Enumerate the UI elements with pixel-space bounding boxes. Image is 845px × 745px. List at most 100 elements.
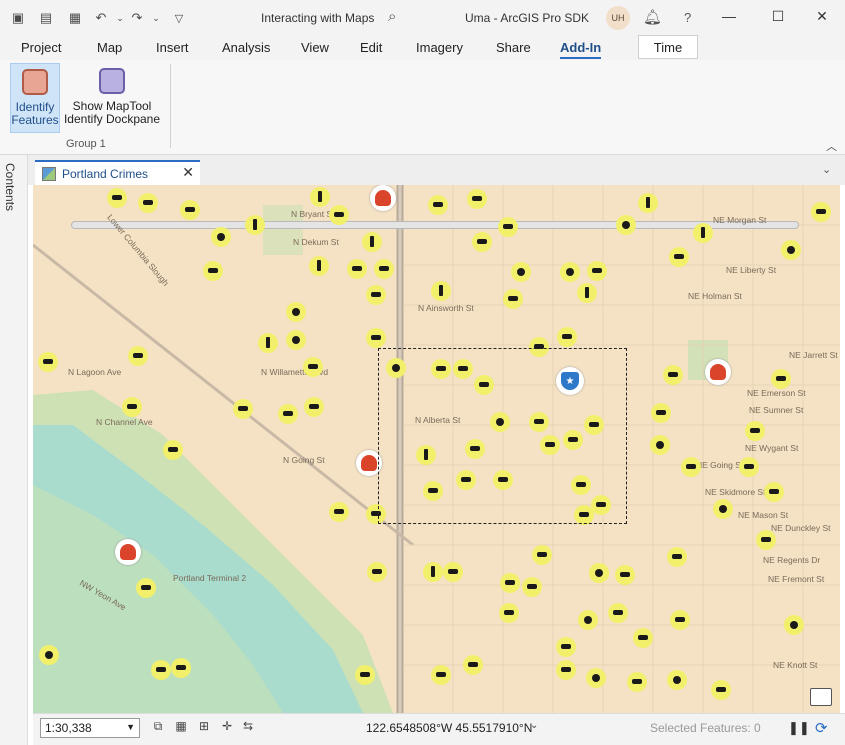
crime-symbol[interactable] — [431, 665, 451, 685]
crime-symbol[interactable] — [304, 397, 324, 417]
close-button[interactable]: ✕ — [812, 8, 832, 25]
crime-symbol[interactable] — [499, 603, 519, 623]
crime-symbol[interactable] — [500, 573, 520, 593]
navigator-icon[interactable] — [810, 688, 832, 706]
crime-symbol[interactable] — [423, 562, 443, 582]
rotation-icon[interactable]: ⇆ — [240, 719, 256, 735]
tab-edit[interactable]: Edit — [360, 40, 382, 55]
crime-symbol[interactable] — [651, 403, 671, 423]
crime-symbol[interactable] — [781, 240, 801, 260]
crime-symbol[interactable] — [310, 187, 330, 207]
crime-symbol[interactable] — [472, 232, 492, 252]
save-project-icon[interactable]: ▦ — [66, 9, 84, 27]
crime-symbol[interactable] — [556, 660, 576, 680]
crime-symbol[interactable] — [587, 261, 607, 281]
crime-symbol[interactable] — [171, 658, 191, 678]
crime-symbol[interactable] — [203, 261, 223, 281]
crime-symbol[interactable] — [650, 435, 670, 455]
selected-features-count[interactable]: Selected Features: 0 — [650, 721, 761, 735]
crime-symbol[interactable] — [556, 637, 576, 657]
fire-marker[interactable] — [370, 185, 396, 211]
crime-symbol[interactable] — [633, 628, 653, 648]
crime-symbol[interactable] — [233, 399, 253, 419]
crime-symbol[interactable] — [431, 281, 451, 301]
crime-symbol[interactable] — [578, 610, 598, 630]
crime-symbol[interactable] — [670, 610, 690, 630]
crime-symbol[interactable] — [771, 369, 791, 389]
crime-symbol[interactable] — [278, 404, 298, 424]
tab-view[interactable]: View — [301, 40, 329, 55]
crime-symbol[interactable] — [258, 333, 278, 353]
grid-icon[interactable]: ▦ — [173, 719, 189, 735]
crime-symbol[interactable] — [151, 660, 171, 680]
crime-symbol[interactable] — [329, 502, 349, 522]
crime-symbol[interactable] — [367, 562, 387, 582]
crime-symbol[interactable] — [811, 202, 831, 222]
tab-map[interactable]: Map — [97, 40, 122, 55]
refresh-icon[interactable]: ⟳ — [815, 719, 828, 737]
snapping-icon[interactable]: ⊞ — [196, 719, 212, 735]
tab-insert[interactable]: Insert — [156, 40, 189, 55]
crime-symbol[interactable] — [532, 545, 552, 565]
crime-symbol[interactable] — [180, 200, 200, 220]
crime-symbol[interactable] — [122, 397, 142, 417]
crime-symbol[interactable] — [589, 563, 609, 583]
tab-menu-chevron-icon[interactable]: ⌄ — [822, 163, 831, 176]
crime-symbol[interactable] — [663, 365, 683, 385]
command-search-label[interactable]: Interacting with Maps — [261, 11, 374, 25]
crime-symbol[interactable] — [374, 259, 394, 279]
map-tab[interactable]: Portland Crimes ✕ — [35, 160, 200, 185]
crime-symbol[interactable] — [739, 457, 759, 477]
crime-symbol[interactable] — [347, 259, 367, 279]
crime-symbol[interactable] — [138, 193, 158, 213]
crime-symbol[interactable] — [557, 327, 577, 347]
crime-symbol[interactable] — [362, 232, 382, 252]
crime-symbol[interactable] — [39, 645, 59, 665]
crime-symbol[interactable] — [669, 247, 689, 267]
crime-symbol[interactable] — [522, 577, 542, 597]
crime-symbol[interactable] — [366, 285, 386, 305]
crime-symbol[interactable] — [756, 530, 776, 550]
crime-symbol[interactable] — [627, 672, 647, 692]
crime-symbol[interactable] — [443, 562, 463, 582]
crime-symbol[interactable] — [615, 565, 635, 585]
crime-symbol[interactable] — [329, 205, 349, 225]
chevron-down-icon[interactable]: ▼ — [126, 722, 135, 732]
crime-symbol[interactable] — [616, 215, 636, 235]
redo-icon[interactable]: ↷ — [128, 9, 146, 27]
crime-symbol[interactable] — [428, 195, 448, 215]
crime-symbol[interactable] — [745, 421, 765, 441]
crime-symbol[interactable] — [136, 578, 156, 598]
crime-symbol[interactable] — [366, 328, 386, 348]
undo-icon[interactable]: ↶ — [92, 9, 110, 27]
avatar[interactable]: UH — [606, 6, 630, 30]
scale-selector[interactable]: 1:30,338 ▼ — [40, 718, 140, 738]
crosshair-icon[interactable]: ✛ — [219, 719, 235, 735]
contents-pane[interactable]: Contents — [0, 155, 28, 745]
tab-add-in[interactable]: Add-In — [560, 40, 602, 59]
crime-symbol[interactable] — [511, 262, 531, 282]
crime-symbol[interactable] — [467, 189, 487, 209]
crime-symbol[interactable] — [107, 188, 127, 208]
crime-symbol[interactable] — [560, 262, 580, 282]
new-project-icon[interactable]: ▣ — [9, 9, 27, 27]
crime-symbol[interactable] — [303, 357, 323, 377]
customize-icon[interactable]: ▽ — [170, 9, 188, 27]
crime-symbol[interactable] — [503, 289, 523, 309]
help-button[interactable]: ? — [684, 10, 691, 25]
minimize-button[interactable]: — — [719, 8, 739, 24]
crime-symbol[interactable] — [608, 603, 628, 623]
tab-project[interactable]: Project — [21, 40, 61, 55]
crime-symbol[interactable] — [211, 227, 231, 247]
crime-symbol[interactable] — [638, 193, 658, 213]
map-view[interactable]: N Bryant St N Dekum St N Ainsworth St N … — [33, 185, 840, 713]
crime-symbol[interactable] — [463, 655, 483, 675]
crime-symbol[interactable] — [286, 302, 306, 322]
crime-symbol[interactable] — [163, 440, 183, 460]
crime-symbol[interactable] — [286, 330, 306, 350]
crime-symbol[interactable] — [713, 499, 733, 519]
crime-symbol[interactable] — [667, 670, 687, 690]
fire-marker[interactable] — [115, 539, 141, 565]
open-project-icon[interactable]: ▤ — [37, 9, 55, 27]
crime-symbol[interactable] — [128, 346, 148, 366]
